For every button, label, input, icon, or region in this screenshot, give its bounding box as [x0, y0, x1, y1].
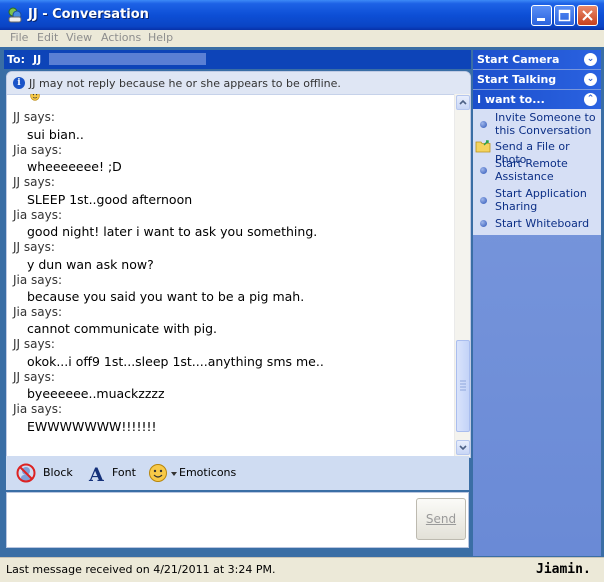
contact-address-redacted: [49, 53, 206, 65]
menu-file[interactable]: File: [10, 31, 28, 44]
bullet-icon: [480, 121, 487, 128]
task-remote-assistance[interactable]: Start Remote Assistance: [473, 157, 601, 183]
i-want-to-header[interactable]: I want to... ⌃: [473, 90, 601, 109]
close-icon: [582, 10, 593, 21]
scroll-down-button[interactable]: [456, 440, 470, 455]
chevron-up-icon: [459, 99, 467, 105]
message-text: y dun wan ask now?: [27, 257, 154, 272]
message-sender: JJ says:: [13, 337, 55, 351]
start-camera-label: Start Camera: [477, 53, 560, 66]
message-text: cannot communicate with pig.: [27, 321, 217, 336]
emoticons-button[interactable]: Emoticons: [146, 462, 236, 484]
menu-edit[interactable]: Edit: [37, 31, 58, 44]
smiley-icon: [149, 464, 167, 482]
message-sender: JJ says:: [13, 110, 55, 124]
offline-notice-text: JJ may not reply because he or she appea…: [29, 77, 341, 90]
block-button[interactable]: Block: [14, 462, 74, 484]
info-icon: i: [13, 77, 25, 89]
bullet-icon: [480, 167, 487, 174]
window-title: JJ - Conversation: [28, 7, 149, 22]
message-history[interactable]: JJ says: sui bian.. Jia says: wheeeeeee!…: [7, 94, 453, 457]
menu-view[interactable]: View: [66, 31, 92, 44]
bullet-icon: [480, 197, 487, 204]
message-sender: Jia says:: [13, 305, 63, 319]
block-label: Block: [43, 466, 73, 479]
dropdown-arrow-icon: [171, 472, 177, 476]
minimize-icon: [537, 18, 545, 21]
task-invite-someone[interactable]: Invite Someone to this Conversation: [473, 111, 601, 137]
send-button[interactable]: Send: [416, 498, 466, 540]
to-label: To:: [7, 53, 25, 66]
task-label: Start Remote Assistance: [495, 157, 568, 183]
message-text: EWWWWWWW!!!!!!!: [27, 419, 157, 434]
start-camera-button[interactable]: Start Camera ⌄: [473, 50, 601, 69]
message-sender: Jia says:: [13, 143, 63, 157]
menu-help[interactable]: Help: [148, 31, 173, 44]
vertical-scrollbar[interactable]: [454, 94, 470, 457]
send-label: Send: [425, 512, 457, 526]
message-text: because you said you want to be a pig ma…: [27, 289, 305, 304]
conversation-panel: i JJ may not reply because he or she app…: [6, 71, 471, 458]
message-sender: JJ says:: [13, 370, 55, 384]
emoticon-icon: [30, 94, 40, 101]
task-label: Invite Someone to this Conversation: [495, 111, 596, 137]
chevron-up-icon[interactable]: ⌃: [584, 93, 597, 106]
maximize-button[interactable]: [554, 5, 575, 26]
message-text: SLEEP 1st..good afternoon: [27, 192, 193, 207]
message-sender: JJ says:: [13, 240, 55, 254]
contact-name: JJ: [33, 53, 42, 66]
font-icon: A: [88, 464, 104, 484]
composer-toolbar: Block A Font Emoticons: [6, 456, 469, 490]
task-application-sharing[interactable]: Start Application Sharing: [473, 187, 601, 213]
task-send-file[interactable]: Send a File or Photo: [473, 140, 601, 166]
font-label: Font: [112, 466, 136, 479]
tasks-list: Invite Someone to this Conversation Send…: [473, 109, 601, 235]
actions-pane: Start Camera ⌄ Start Talking ⌄ I want to…: [473, 50, 601, 556]
message-text: wheeeeeee! ;D: [27, 159, 122, 174]
minimize-button[interactable]: [531, 5, 552, 26]
bullet-icon: [480, 220, 487, 227]
chevron-down-icon[interactable]: ⌄: [584, 53, 597, 66]
message-text: byeeeeee..muackzzzz: [27, 386, 165, 401]
offline-notice: i JJ may not reply because he or she app…: [7, 72, 470, 95]
message-text: okok...i off9 1st...sleep 1st....anythin…: [27, 354, 324, 369]
scroll-up-button[interactable]: [456, 95, 470, 110]
grip-icon: [460, 380, 466, 391]
message-sender: Jia says:: [13, 402, 63, 416]
i-want-to-label: I want to...: [477, 93, 545, 106]
block-icon: [16, 463, 36, 483]
task-label: Start Application Sharing: [495, 187, 587, 213]
scrollbar-thumb[interactable]: [456, 340, 470, 432]
close-button[interactable]: [577, 5, 598, 26]
chevron-down-icon: [459, 445, 467, 451]
start-talking-button[interactable]: Start Talking ⌄: [473, 70, 601, 89]
maximize-icon: [558, 9, 571, 22]
messenger-icon: [8, 7, 22, 23]
task-whiteboard[interactable]: Start Whiteboard: [473, 217, 601, 231]
message-sender: Jia says:: [13, 208, 63, 222]
message-sender: Jia says:: [13, 273, 63, 287]
message-text: sui bian..: [27, 127, 84, 142]
status-text: Last message received on 4/21/2011 at 3:…: [6, 563, 276, 576]
folder-icon: [475, 140, 491, 153]
font-button[interactable]: A Font: [86, 462, 138, 484]
svg-text:A: A: [88, 464, 104, 484]
message-input[interactable]: [6, 492, 469, 548]
message-text: good night! later i want to ask you some…: [27, 224, 318, 239]
signature-text: Jiamin.: [536, 562, 591, 577]
emoticons-label: Emoticons: [179, 466, 237, 479]
start-talking-label: Start Talking: [477, 73, 557, 86]
task-label: Start Whiteboard: [495, 217, 590, 230]
chevron-down-icon[interactable]: ⌄: [584, 73, 597, 86]
menu-actions[interactable]: Actions: [101, 31, 141, 44]
message-sender: JJ says:: [13, 175, 55, 189]
